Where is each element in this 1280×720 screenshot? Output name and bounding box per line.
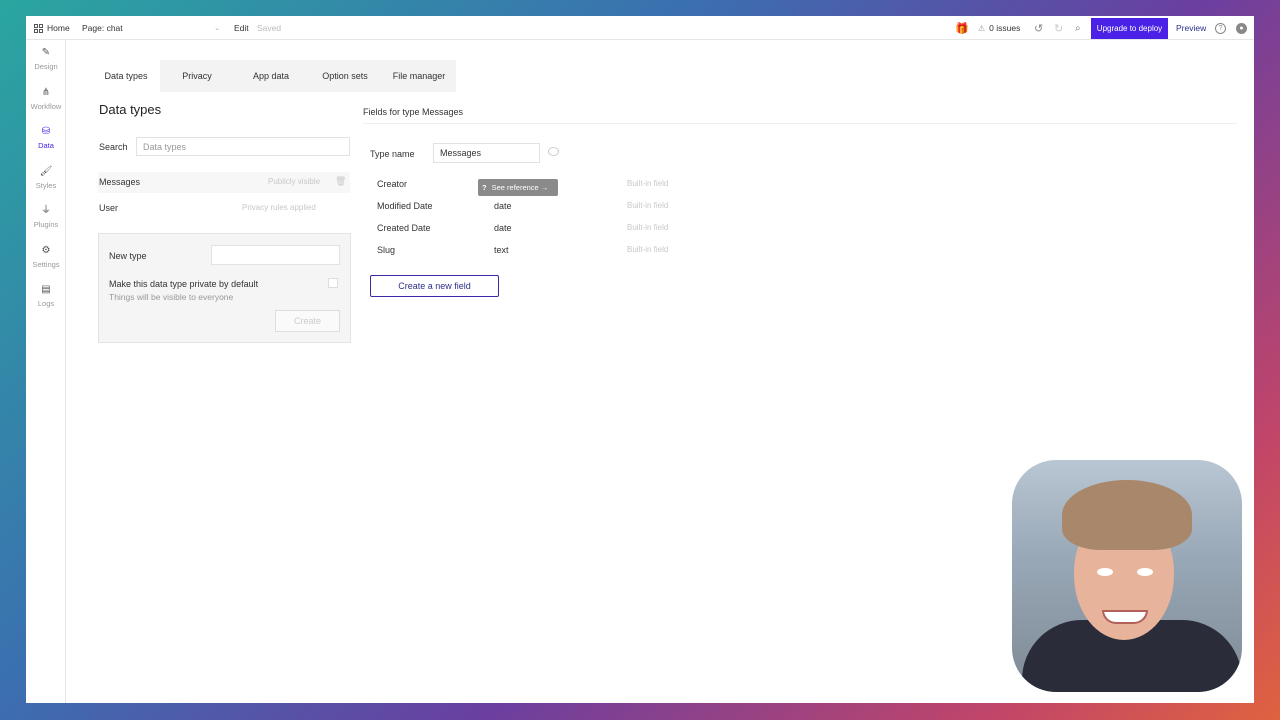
field-name: Creator [377,179,408,189]
left-sidebar: ✎ Design ⋔ Workflow ⛁ Data 🖌 Styles ⏚ Pl… [26,40,66,703]
sidebar-item-label: Logs [37,299,55,308]
sidebar-item-settings[interactable]: ⚙ Settings [26,244,66,280]
top-bar: Home Page: chat ⌄ Edit Saved 🎁 ⚠ 0 issue… [26,16,1254,40]
help-button[interactable]: ? [1215,16,1226,40]
workflow-icon: ⋔ [41,87,51,98]
sidebar-item-label: Data [38,141,54,150]
database-icon: ⛁ [41,126,51,137]
sidebar-item-label: Styles [35,181,57,190]
data-type-status: Privacy rules applied [242,203,316,212]
eye-shape [1137,568,1153,576]
sidebar-item-workflow[interactable]: ⋔ Workflow [26,86,66,122]
home-label: Home [47,23,70,33]
redo-icon[interactable]: ↻ [1054,16,1063,40]
search-input[interactable] [136,137,350,156]
webcam-overlay [1012,460,1242,692]
saved-status: Saved [257,23,282,33]
gift-icon[interactable]: 🎁 [955,16,969,40]
private-default-checkbox[interactable] [328,278,338,288]
field-note: Built-in field [627,245,669,254]
sidebar-item-styles[interactable]: 🖌 Styles [26,165,66,201]
field-type: date [494,201,512,211]
page-select[interactable]: Page: chat ⌄ [82,16,220,40]
private-default-label: Make this data type private by default [109,279,259,289]
document-icon: ▤ [41,284,51,295]
sidebar-item-label: Settings [32,260,60,269]
field-note: Built-in field [627,179,669,188]
field-type: date [494,223,512,233]
home-button[interactable]: Home [34,16,70,40]
tab-data-types[interactable]: Data types [92,60,160,92]
design-icon: ✎ [41,47,51,58]
trash-icon[interactable]: 🗑 [335,176,346,187]
avatar-icon: ● [1236,22,1247,34]
sidebar-item-data[interactable]: ⛁ Data [26,125,66,161]
divider [363,123,1237,124]
upgrade-button[interactable]: Upgrade to deploy [1091,18,1168,39]
see-reference-button[interactable]: ? See reference → [478,179,558,196]
sidebar-item-label: Workflow [30,102,62,111]
field-name: Modified Date [377,201,433,211]
search-icon[interactable]: ⌕ [1075,16,1081,40]
page-select-label: Page: chat [82,23,123,33]
tab-option-sets[interactable]: Option sets [308,60,382,92]
eye-shape [1097,568,1113,576]
sidebar-item-plugins[interactable]: ⏚ Plugins [26,204,66,240]
field-name: Slug [377,245,396,255]
gear-icon: ⚙ [41,245,51,256]
see-reference-label: See reference → [491,183,549,192]
account-button[interactable]: ● [1236,16,1247,40]
sidebar-item-label: Design [34,62,58,71]
grid-icon [34,23,43,33]
edit-menu[interactable]: Edit [234,16,249,40]
type-name-label: Type name [370,149,415,159]
data-type-status: Publicly visible [268,177,321,186]
field-type: text [494,245,509,255]
plug-icon: ⏚ [41,205,51,216]
field-name: Created Date [377,223,431,233]
data-type-messages[interactable]: Messages [99,177,140,187]
help-icon: ? [1215,22,1226,34]
brush-icon: 🖌 [39,166,53,177]
create-button[interactable]: Create [275,310,340,332]
type-name-input[interactable] [433,143,540,163]
tab-app-data[interactable]: App data [234,60,308,92]
issues-label: 0 issues [989,23,1021,33]
field-note: Built-in field [627,201,669,210]
sidebar-item-logs[interactable]: ▤ Logs [26,283,66,319]
create-new-field-button[interactable]: Create a new field [370,275,499,297]
undo-icon[interactable]: ↺ [1034,16,1043,40]
comment-icon[interactable] [548,147,559,156]
sidebar-item-label: Plugins [33,220,59,229]
search-label: Search [99,142,128,152]
edit-label: Edit [234,23,249,33]
private-default-hint: Things will be visible to everyone [109,292,234,302]
chevron-down-icon: ⌄ [214,25,220,32]
preview-button[interactable]: Preview [1176,16,1206,40]
new-type-label: New type [109,251,147,261]
question-icon: ? [482,183,487,192]
fields-heading: Fields for type Messages [363,107,464,117]
tab-file-manager[interactable]: File manager [382,60,456,92]
new-type-input[interactable] [211,245,340,265]
tab-privacy[interactable]: Privacy [160,60,234,92]
hair-shape [1062,480,1192,550]
field-note: Built-in field [627,223,669,232]
page-title: Data types [99,102,162,117]
data-type-user[interactable]: User [99,203,118,213]
warning-icon: ⚠ [978,23,986,33]
sidebar-item-design[interactable]: ✎ Design [26,46,66,82]
issues-button[interactable]: ⚠ 0 issues [978,16,1020,40]
mouth-shape [1102,610,1148,624]
